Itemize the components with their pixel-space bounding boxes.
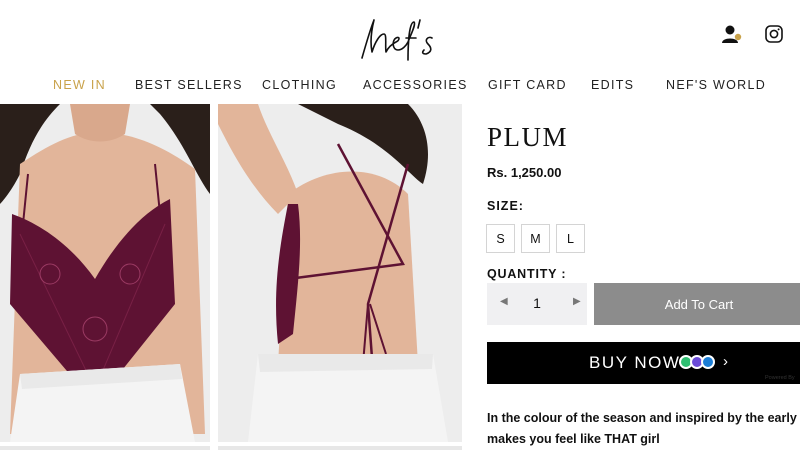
product-price: Rs. 1,250.00 xyxy=(487,165,562,180)
site-header: NEW IN BEST SELLERS CLOTHING ACCESSORIES… xyxy=(0,0,800,104)
size-selector: S M L xyxy=(486,224,585,253)
product-image-back[interactable] xyxy=(218,104,462,442)
product-image-thumb-1[interactable] xyxy=(0,446,210,450)
nav-item-new-in[interactable]: NEW IN xyxy=(53,78,106,92)
buy-now-button[interactable]: BUY NOW › xyxy=(487,342,800,384)
quantity-value[interactable]: 1 xyxy=(531,295,543,311)
nav-item-clothing[interactable]: CLOTHING xyxy=(262,78,337,92)
product-gallery xyxy=(0,104,462,450)
increase-quantity-icon[interactable]: ▶ xyxy=(573,296,581,307)
main-nav: NEW IN BEST SELLERS CLOTHING ACCESSORIES… xyxy=(0,78,800,98)
size-option-s[interactable]: S xyxy=(486,224,515,253)
nav-item-accessories[interactable]: ACCESSORIES xyxy=(363,78,468,92)
size-option-l[interactable]: L xyxy=(556,224,585,253)
size-option-m[interactable]: M xyxy=(521,224,550,253)
size-label: SIZE: xyxy=(487,199,524,213)
product-title: PLUM xyxy=(487,122,569,152)
product-image-front[interactable] xyxy=(0,104,210,442)
product-image-thumb-2[interactable] xyxy=(218,446,462,450)
description-line: makes you feel like THAT girl xyxy=(487,432,660,446)
nav-item-edits[interactable]: EDITS xyxy=(591,78,634,92)
account-icon[interactable] xyxy=(720,22,744,46)
chevron-right-icon: › xyxy=(723,353,728,370)
powered-by-text: Powered By xyxy=(765,375,795,381)
add-to-cart-button[interactable]: Add To Cart xyxy=(594,283,800,325)
description-line: In the colour of the season and inspired… xyxy=(487,411,800,425)
quantity-stepper: ◀ 1 ▶ xyxy=(487,283,587,325)
decrease-quantity-icon[interactable]: ◀ xyxy=(500,296,508,307)
product-info: PLUM Rs. 1,250.00 SIZE: S M L QUANTITY :… xyxy=(486,104,800,450)
brand-logo-script xyxy=(361,19,433,61)
buy-now-label: BUY NOW xyxy=(589,353,681,372)
nav-item-best-sellers[interactable]: BEST SELLERS xyxy=(135,78,243,92)
nav-item-gift-card[interactable]: GIFT CARD xyxy=(488,78,567,92)
instagram-icon[interactable] xyxy=(762,22,786,46)
payment-badges-icon xyxy=(679,355,715,369)
nav-item-nefs-world[interactable]: NEF'S WORLD xyxy=(666,78,766,92)
brand-logo[interactable] xyxy=(350,8,450,68)
quantity-label: QUANTITY : xyxy=(487,267,567,281)
product-description: In the colour of the season and inspired… xyxy=(487,408,800,450)
